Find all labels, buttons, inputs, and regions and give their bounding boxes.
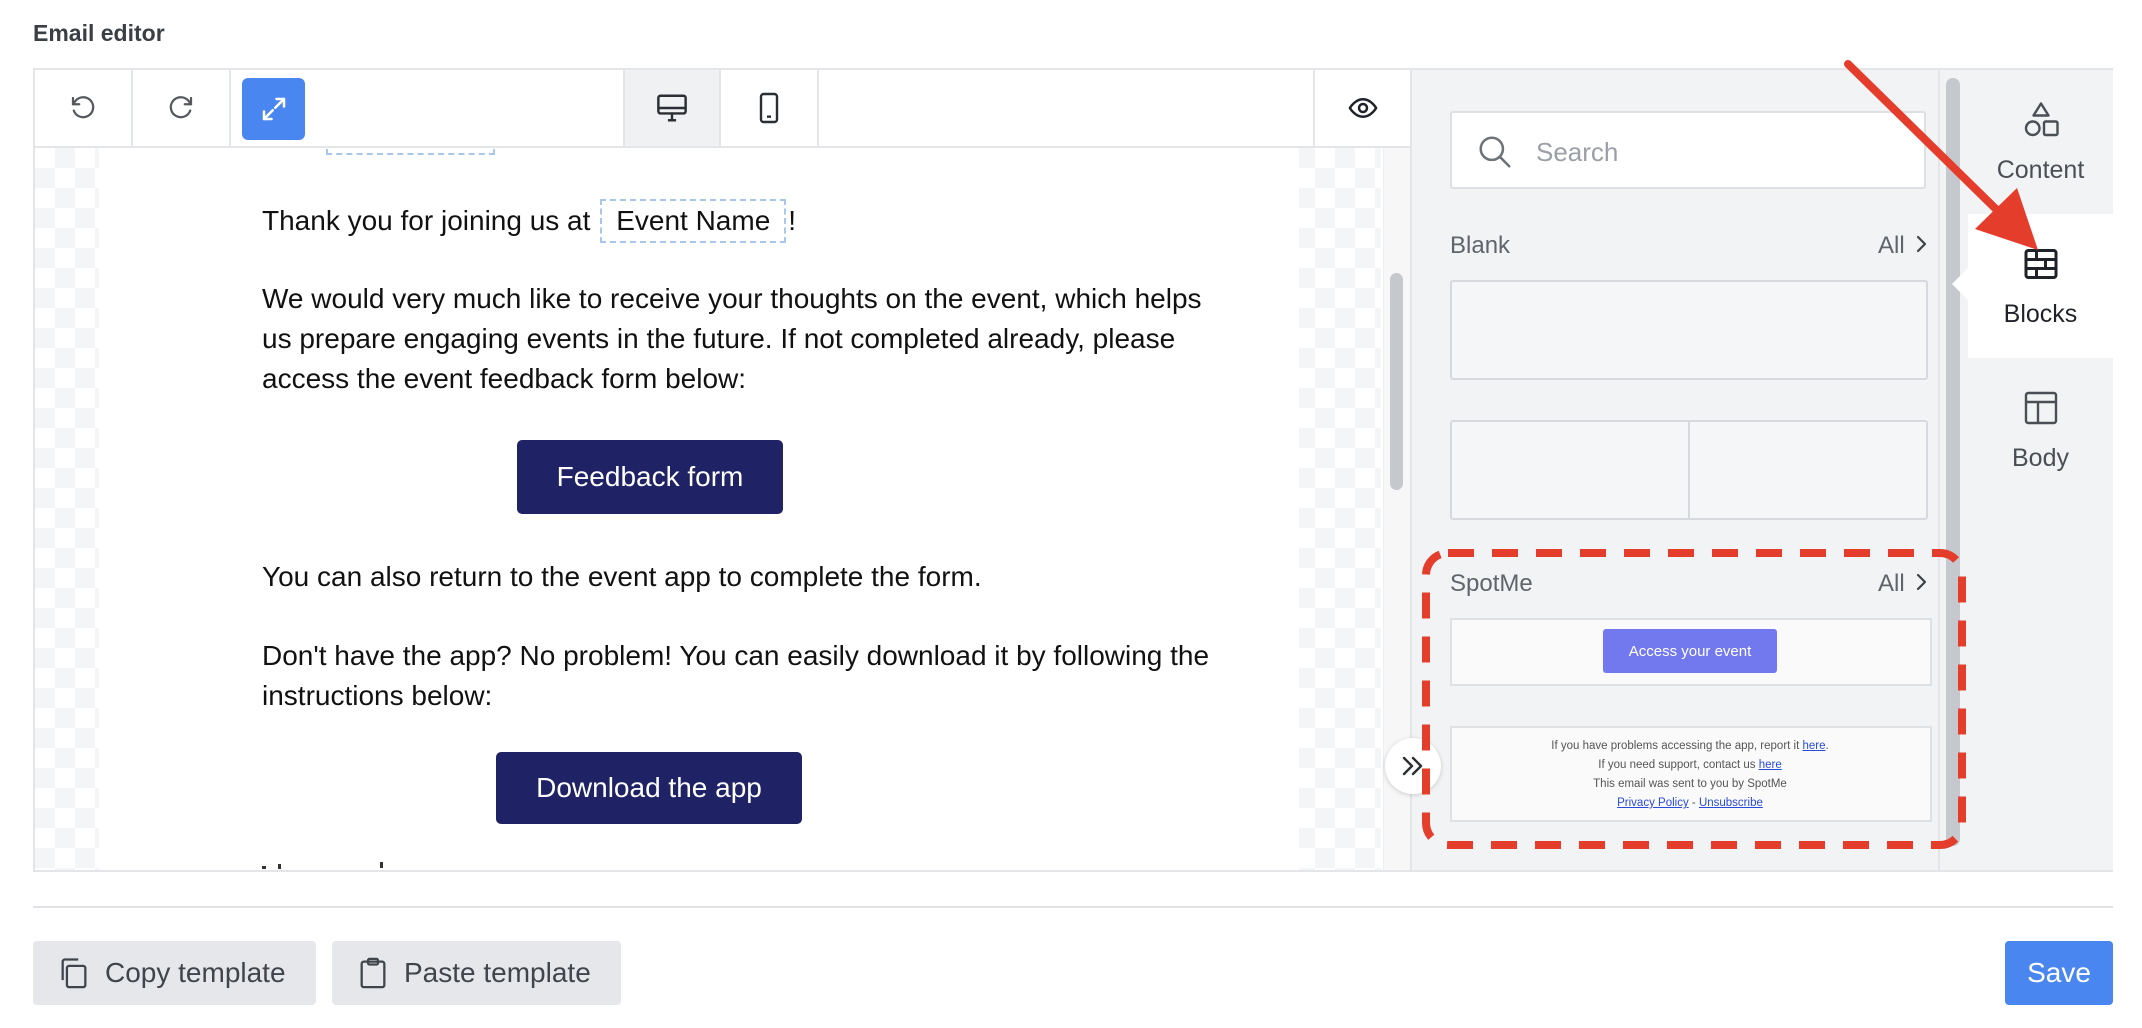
copy-template-label: Copy template	[105, 957, 286, 988]
paste-template-label: Paste template	[404, 957, 591, 988]
annotation-dashed-box	[1422, 549, 1966, 849]
copy-icon	[61, 958, 87, 989]
annotation-overlay	[1422, 60, 2038, 849]
paste-template-button[interactable]: Paste template	[332, 941, 621, 1005]
clipboard-icon	[360, 957, 386, 989]
save-button[interactable]: Save	[2005, 941, 2113, 1005]
annotation-arrow-shaft	[1844, 60, 2008, 221]
footer-divider	[33, 906, 2113, 908]
copy-template-button[interactable]: Copy template	[33, 941, 316, 1005]
